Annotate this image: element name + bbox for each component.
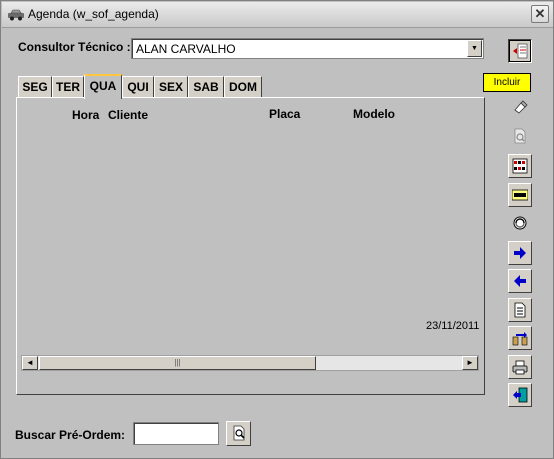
arrow-right-icon bbox=[514, 247, 526, 259]
tab-seg[interactable]: SEG bbox=[18, 76, 52, 98]
calendar-icon bbox=[512, 158, 528, 174]
tab-dom[interactable]: DOM bbox=[224, 76, 262, 98]
schedule-date: 23/11/2011 bbox=[426, 320, 480, 332]
tab-sex[interactable]: SEX bbox=[154, 76, 188, 98]
horizontal-scrollbar[interactable]: ◄ ||| ► bbox=[21, 355, 479, 371]
consultor-dropdown[interactable]: ALAN CARVALHO ▼ bbox=[131, 38, 484, 59]
agenda-window: Agenda (w_sof_agenda) ✕ Consultor Técnic… bbox=[0, 0, 554, 459]
previous-button[interactable] bbox=[508, 269, 532, 293]
preview-button[interactable] bbox=[508, 124, 532, 148]
close-button[interactable]: ✕ bbox=[531, 5, 549, 23]
scroll-thumb[interactable]: ||| bbox=[39, 356, 316, 370]
buscar-preordem-input[interactable] bbox=[133, 422, 219, 445]
buscar-label: Buscar Pré-Ordem: bbox=[15, 428, 126, 442]
buscar-button[interactable] bbox=[226, 421, 251, 446]
window-title: Agenda (w_sof_agenda) bbox=[28, 7, 159, 21]
tab-sab[interactable]: SAB bbox=[188, 76, 224, 98]
schedule-panel: Hora Cliente Placa Modelo 23/11/2011 ◄ |… bbox=[16, 97, 485, 395]
incluir-icon bbox=[513, 43, 528, 59]
tab-ter[interactable]: TER bbox=[52, 76, 84, 98]
hbl-icon bbox=[512, 189, 528, 201]
document-icon bbox=[514, 302, 526, 318]
incluir-tooltip: Incluir bbox=[483, 73, 531, 92]
eraser-icon bbox=[514, 100, 528, 114]
document-button[interactable] bbox=[508, 298, 532, 322]
calendar-button[interactable] bbox=[508, 154, 532, 178]
next-button[interactable] bbox=[508, 241, 532, 265]
printer-icon bbox=[512, 360, 528, 375]
incluir-button[interactable] bbox=[508, 39, 532, 63]
refresh-button[interactable] bbox=[508, 211, 532, 235]
column-header-hora: Hora bbox=[72, 108, 100, 122]
close-icon: ✕ bbox=[534, 6, 546, 21]
print-button[interactable] bbox=[508, 355, 532, 379]
chevron-down-icon[interactable]: ▼ bbox=[467, 40, 482, 57]
car-icon bbox=[8, 9, 24, 21]
transfer-button[interactable] bbox=[508, 326, 532, 350]
search-icon bbox=[233, 425, 245, 441]
exit-icon bbox=[513, 387, 528, 403]
tab-qui[interactable]: QUI bbox=[122, 76, 154, 98]
column-header-placa: Placa bbox=[269, 107, 301, 121]
exit-button[interactable] bbox=[508, 383, 532, 407]
eraser-button[interactable] bbox=[508, 95, 532, 119]
hbl-button[interactable] bbox=[508, 183, 532, 207]
scroll-right-icon[interactable]: ► bbox=[462, 356, 478, 370]
scroll-left-icon[interactable]: ◄ bbox=[22, 356, 38, 370]
transfer-icon bbox=[512, 332, 528, 346]
column-header-modelo: Modelo bbox=[353, 107, 395, 121]
refresh-icon bbox=[513, 216, 527, 230]
title-bar[interactable]: Agenda (w_sof_agenda) ✕ bbox=[2, 2, 553, 28]
column-header-cliente: Cliente bbox=[108, 108, 149, 122]
tab-qua[interactable]: QUA bbox=[84, 74, 122, 99]
arrow-left-icon bbox=[514, 275, 526, 287]
consultor-value: ALAN CARVALHO bbox=[136, 42, 236, 56]
preview-icon bbox=[514, 128, 526, 144]
consultor-label: Consultor Técnico : bbox=[18, 40, 131, 54]
